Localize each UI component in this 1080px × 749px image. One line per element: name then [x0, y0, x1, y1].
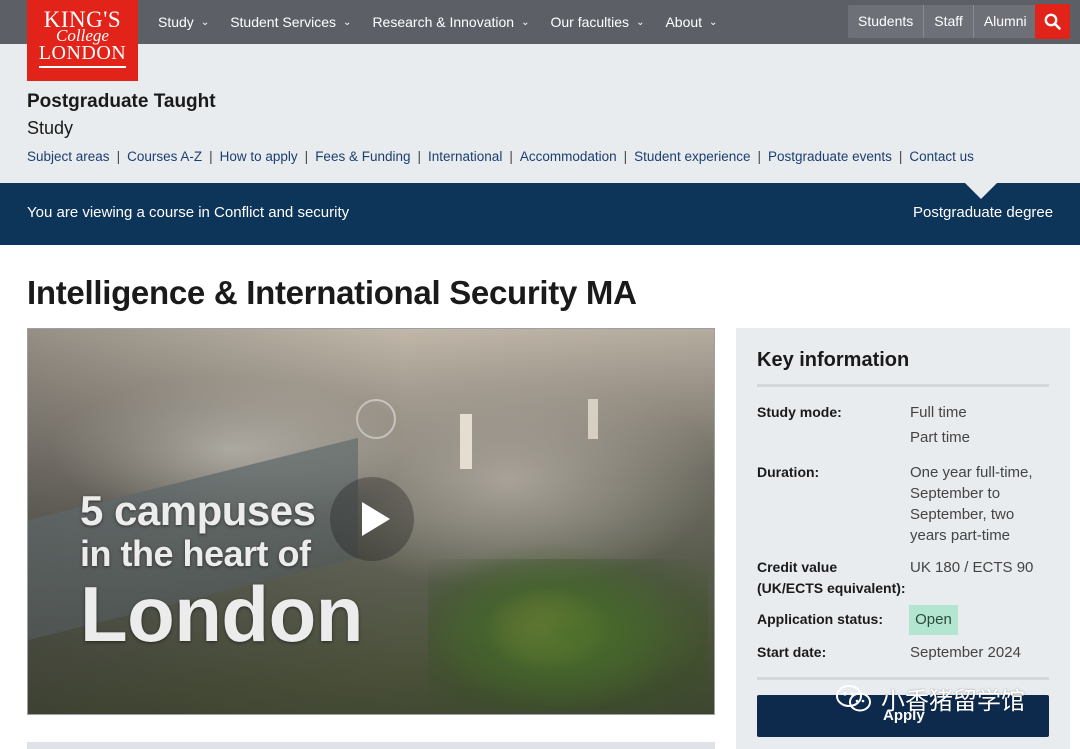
divider — [757, 384, 1049, 387]
main-nav: Study ⌄ Student Services ⌄ Research & Inno… — [158, 0, 738, 44]
kcl-logo[interactable]: KING'S College LONDON — [27, 0, 138, 81]
course-context-bar: You are viewing a course in Conflict and… — [0, 183, 1080, 245]
chevron-down-icon: ⌄ — [343, 16, 352, 28]
logo-rule — [39, 66, 126, 68]
nav-item-study[interactable]: Study ⌄ — [158, 14, 209, 30]
credit-value-label: Credit value — [757, 559, 838, 575]
subnav-separator: | — [116, 149, 121, 164]
divider — [757, 677, 1049, 680]
video-caption-line-1: 5 campuses — [80, 487, 316, 534]
study-mode-value: Part time — [910, 429, 971, 446]
section-subnav: Subject areas | Courses A-Z | How to apply | F… — [27, 149, 974, 164]
start-date-value: September 2024 — [910, 644, 1021, 661]
video-footer-strip — [27, 742, 715, 749]
watermark: 小香猪留学馆 — [835, 681, 1025, 716]
nav-item-label: Our faculties — [550, 14, 630, 30]
subnav-separator: | — [757, 149, 762, 164]
duration-value: September to — [910, 485, 1001, 502]
subnav-separator: | — [623, 149, 628, 164]
subnav-contact-us[interactable]: Contact us — [909, 149, 974, 164]
subnav-how-to-apply[interactable]: How to apply — [220, 149, 298, 164]
credit-value-label: (UK/ECTS equivalent): — [757, 580, 906, 596]
play-button[interactable] — [330, 477, 414, 561]
chevron-down-icon: ⌄ — [709, 16, 718, 28]
nav-item-faculties[interactable]: Our faculties ⌄ — [550, 14, 644, 30]
search-icon — [1044, 13, 1061, 30]
course-video[interactable]: 5 campuses in the heart of London — [27, 328, 715, 715]
subnav-separator: | — [509, 149, 513, 164]
section-title: Postgraduate Taught — [27, 91, 216, 112]
chevron-down-icon: ⌄ — [521, 16, 530, 28]
duration-value: years part-time — [910, 527, 1011, 544]
degree-type-tab[interactable]: Postgraduate degree — [913, 204, 1053, 221]
nav-item-about[interactable]: About ⌄ — [665, 14, 717, 30]
alumni-link[interactable]: Alumni — [972, 5, 1037, 38]
study-mode-value: Full time — [910, 404, 967, 421]
section-subtitle: Study — [27, 118, 74, 138]
wechat-icon — [836, 684, 871, 711]
staff-link[interactable]: Staff — [923, 5, 973, 38]
subnav-separator: | — [417, 149, 422, 164]
nav-item-research[interactable]: Research & Innovation ⌄ — [372, 14, 529, 30]
students-link[interactable]: Students — [848, 5, 923, 38]
application-status-label: Application status: — [757, 611, 884, 627]
tab-indicator-notch — [965, 183, 997, 199]
chevron-down-icon: ⌄ — [636, 16, 645, 28]
status-badge: Open — [909, 605, 958, 635]
key-information-title: Key information — [757, 349, 910, 371]
course-title: Intelligence & International Security MA — [27, 274, 637, 311]
nav-item-label: Study — [158, 14, 194, 30]
watermark-text: 小香猪留学馆 — [881, 688, 1025, 715]
subnav-separator: | — [209, 149, 213, 164]
subnav-fees-funding[interactable]: Fees & Funding — [315, 149, 410, 164]
search-button[interactable] — [1035, 4, 1070, 39]
subnav-accommodation[interactable]: Accommodation — [520, 149, 617, 164]
video-caption-line-3: London — [80, 570, 363, 658]
study-mode-label: Study mode: — [757, 404, 842, 420]
duration-value: September, two — [910, 506, 1015, 523]
subnav-separator: | — [304, 149, 309, 164]
start-date-label: Start date: — [757, 644, 827, 660]
context-text: You are viewing a course in Conflict and… — [27, 204, 350, 221]
subnav-courses-az[interactable]: Courses A-Z — [127, 149, 202, 164]
duration-value: One year full-time, — [910, 464, 1033, 481]
subnav-separator: | — [898, 149, 903, 164]
play-icon — [362, 502, 390, 536]
audience-links: Students Staff Alumni — [848, 5, 1037, 38]
duration-label: Duration: — [757, 464, 820, 480]
nav-item-label: Research & Innovation — [372, 14, 515, 30]
subnav-subject-areas[interactable]: Subject areas — [27, 149, 110, 164]
nav-item-student-services[interactable]: Student Services ⌄ — [230, 14, 351, 30]
subnav-postgraduate-events[interactable]: Postgraduate events — [768, 149, 892, 164]
credit-value: UK 180 / ECTS 90 — [910, 559, 1034, 576]
subnav-international[interactable]: International — [428, 149, 502, 164]
logo-line-3: LONDON — [38, 42, 127, 64]
nav-item-label: About — [665, 14, 703, 30]
chevron-down-icon: ⌄ — [200, 16, 210, 28]
nav-item-label: Student Services — [230, 14, 337, 30]
top-navigation: Study ⌄ Student Services ⌄ Research & Inno… — [0, 0, 1080, 44]
subnav-student-experience[interactable]: Student experience — [634, 149, 750, 164]
